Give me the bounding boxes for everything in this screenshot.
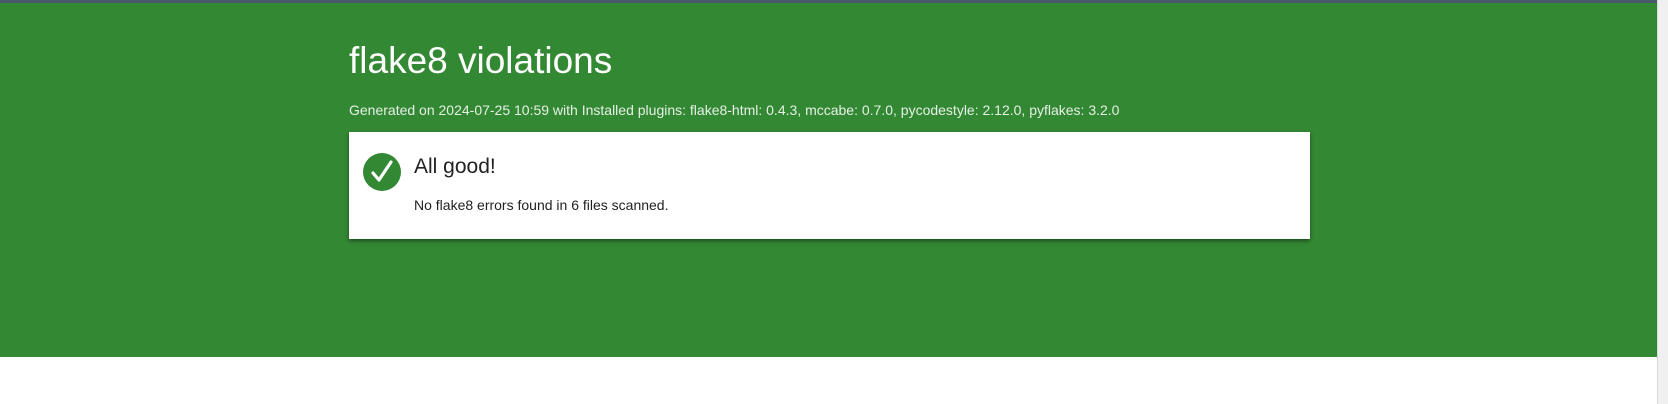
- result-card: All good! No flake8 errors found in 6 fi…: [349, 132, 1310, 239]
- page-title: flake8 violations: [349, 40, 613, 81]
- scrollbar[interactable]: [1657, 0, 1668, 404]
- result-detail: No flake8 errors found in 6 files scanne…: [414, 197, 669, 213]
- report-header: flake8 violations Generated on 2024-07-2…: [0, 3, 1668, 357]
- checkmark-icon: [363, 153, 401, 191]
- report-content: flake8 violations Generated on 2024-07-2…: [349, 3, 1311, 239]
- generated-info: Generated on 2024-07-25 10:59 with Insta…: [349, 102, 1120, 118]
- result-heading: All good!: [414, 155, 496, 178]
